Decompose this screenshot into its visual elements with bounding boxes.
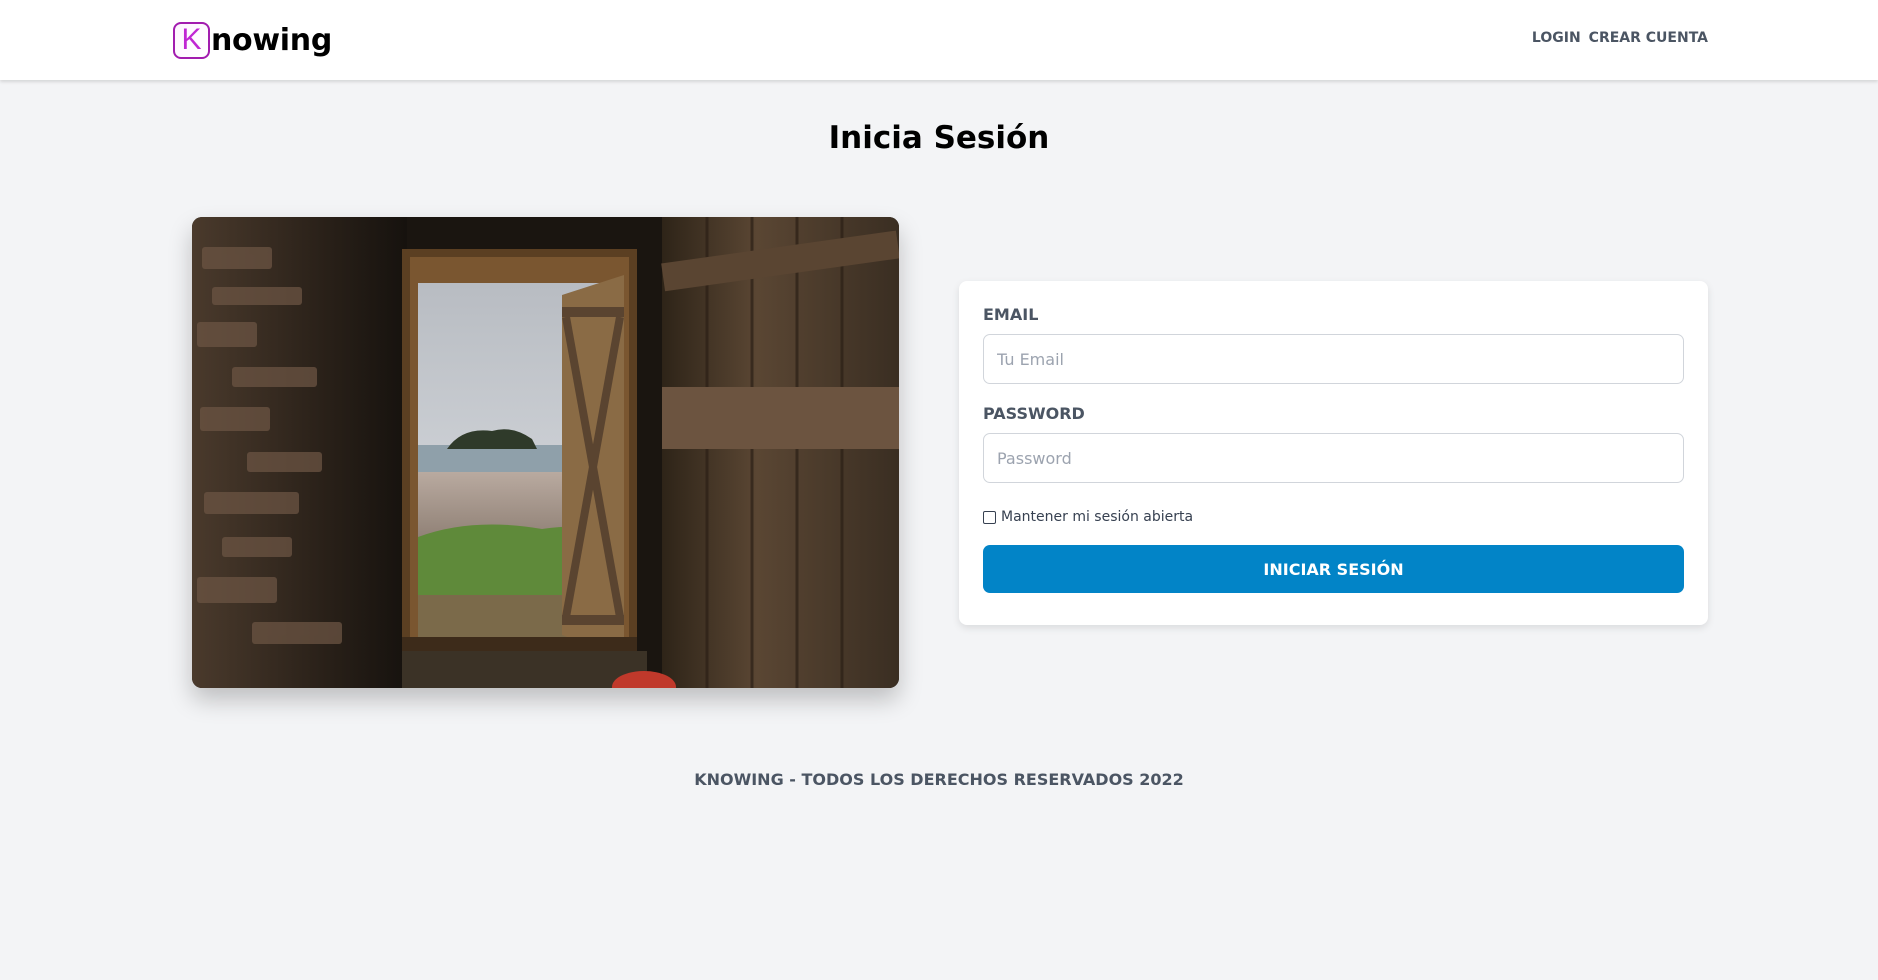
email-label: EMAIL xyxy=(983,305,1039,324)
page-title: Inicia Sesión xyxy=(828,120,1050,156)
nav-create-account-link[interactable]: CREAR CUENTA xyxy=(1589,30,1708,46)
remember-label[interactable]: Mantener mi sesión abierta xyxy=(1001,509,1193,525)
logo-text: nowing xyxy=(211,22,332,58)
remember-row: Mantener mi sesión abierta xyxy=(983,509,1684,525)
logo-letter: K xyxy=(181,23,202,56)
top-nav: LOGIN CREAR CUENTA xyxy=(1532,30,1708,46)
logo-badge-icon: K xyxy=(173,21,210,59)
logo[interactable]: K nowing xyxy=(173,20,332,60)
password-label: PASSWORD xyxy=(983,404,1085,423)
nav-login-link[interactable]: LOGIN xyxy=(1532,30,1581,46)
hero-image xyxy=(192,217,899,688)
login-card: EMAIL PASSWORD Mantener mi sesión abiert… xyxy=(959,281,1708,625)
site-header: K nowing LOGIN CREAR CUENTA xyxy=(0,0,1878,80)
login-submit-button[interactable]: INICIAR SESIÓN xyxy=(983,545,1684,593)
email-field[interactable] xyxy=(983,334,1684,384)
footer-text: KNOWING - TODOS LOS DERECHOS RESERVADOS … xyxy=(694,770,1184,789)
barn-door-photo-icon xyxy=(192,217,899,688)
remember-checkbox[interactable] xyxy=(983,510,996,524)
password-field[interactable] xyxy=(983,433,1684,483)
